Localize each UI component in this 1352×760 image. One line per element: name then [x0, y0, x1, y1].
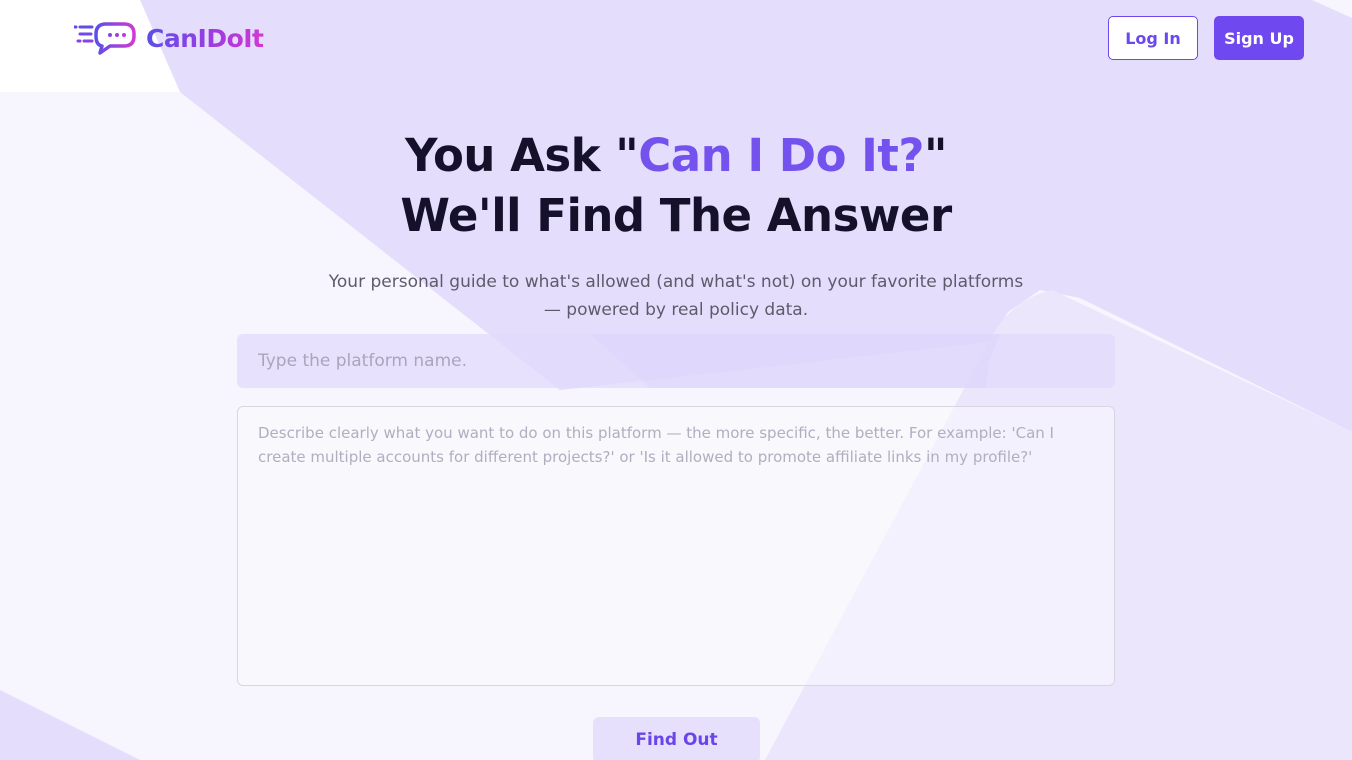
- find-out-button[interactable]: Find Out: [593, 717, 760, 760]
- subtitle: Your personal guide to what's allowed (a…: [316, 268, 1036, 324]
- platform-name-input[interactable]: [237, 334, 1115, 388]
- subtitle-line-2: — powered by real policy data.: [543, 300, 809, 320]
- page: CanIDoIt Log In Sign Up You Ask "Can I D…: [0, 0, 1352, 760]
- login-button[interactable]: Log In: [1108, 16, 1198, 60]
- signup-button[interactable]: Sign Up: [1214, 16, 1304, 60]
- chat-bubble-speed-icon: [74, 22, 136, 55]
- logo-text: CanIDoIt: [146, 23, 264, 53]
- title-line-1: You Ask "Can I Do It?": [0, 126, 1352, 186]
- title-suffix: ": [924, 129, 947, 182]
- description-textarea[interactable]: [237, 406, 1115, 686]
- page-title: You Ask "Can I Do It?" We'll Find The An…: [0, 126, 1352, 246]
- subtitle-line-1: Your personal guide to what's allowed (a…: [328, 272, 1024, 292]
- top-navigation: CanIDoIt Log In Sign Up: [0, 0, 1352, 90]
- hero-section: You Ask "Can I Do It?" We'll Find The An…: [0, 126, 1352, 324]
- title-prefix: You Ask ": [405, 129, 639, 182]
- logo[interactable]: CanIDoIt: [74, 20, 264, 56]
- title-line-2: We'll Find The Answer: [400, 189, 952, 242]
- title-accent: Can I Do It?: [638, 129, 925, 182]
